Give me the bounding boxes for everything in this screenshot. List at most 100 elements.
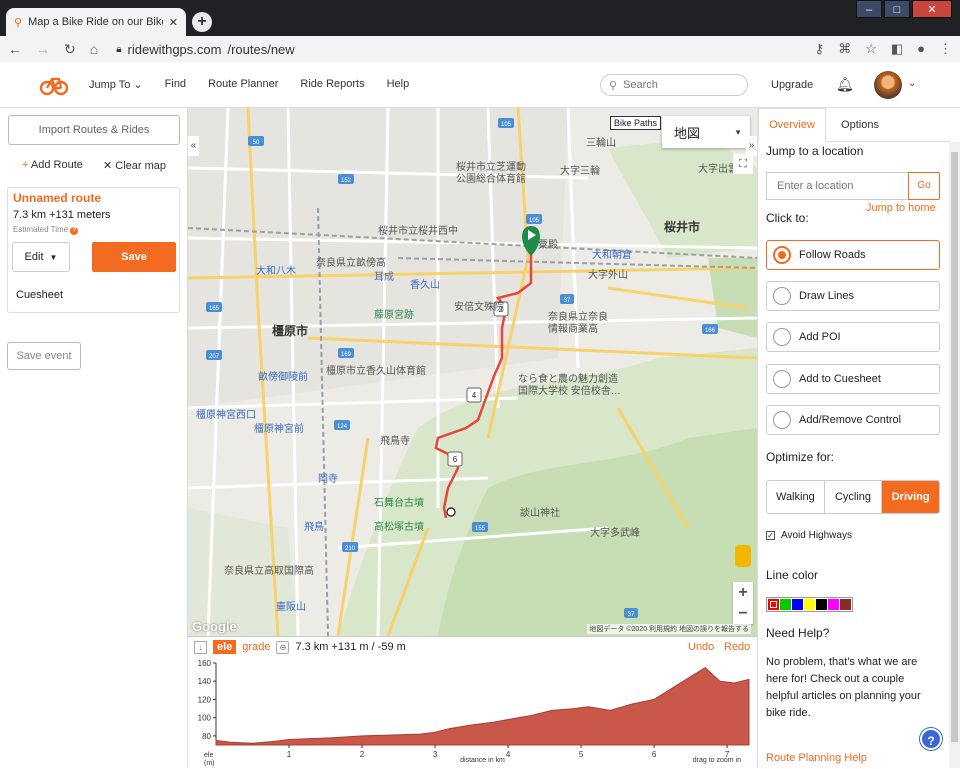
chevron-down-icon[interactable]: ⌄ [908, 78, 916, 89]
nav-help[interactable]: Help [387, 78, 410, 91]
search-box[interactable]: ⚲ [600, 74, 748, 96]
key-icon[interactable]: ⚷ [815, 41, 825, 57]
nav-ride-reports[interactable]: Ride Reports [300, 78, 364, 91]
profile-icon[interactable]: ● [917, 41, 925, 57]
color-swatch[interactable] [780, 599, 791, 610]
option-draw-lines[interactable]: Draw Lines [766, 281, 940, 311]
x-tick-label: 4 [506, 750, 511, 759]
location-input[interactable] [766, 172, 908, 200]
svg-text:50: 50 [253, 140, 260, 146]
option-add-to-cuesheet[interactable]: Add to Cuesheet [766, 364, 940, 394]
tab-title: Map a Bike Ride on our Bike R [28, 16, 163, 28]
y-axis-label: ele [204, 752, 213, 759]
translate-icon[interactable]: ⌘ [838, 41, 851, 57]
collapse-left-icon[interactable]: « [188, 136, 199, 156]
map-label: 情報商業高 [548, 324, 598, 335]
avatar[interactable] [874, 71, 902, 99]
nav-route-planner[interactable]: Route Planner [208, 78, 278, 91]
map-label: 大字出雲 [698, 164, 738, 175]
browser-tab[interactable]: ⚲ Map a Bike Ride on our Bike R ✕ [6, 8, 186, 36]
fullscreen-icon[interactable]: ⛶ [733, 154, 753, 174]
ridewithgps-logo-icon[interactable] [37, 74, 71, 96]
clear-map-link[interactable]: ✕ Clear map [103, 159, 166, 172]
map-label: 橿原神宮前 [254, 424, 304, 435]
save-button[interactable]: Save [92, 242, 176, 272]
color-swatch[interactable] [804, 599, 815, 610]
map-label: 三輪山 [586, 138, 616, 149]
map-layer-select[interactable]: 地図 ▼ [662, 116, 750, 148]
mode-walking[interactable]: Walking [767, 481, 825, 513]
nav-jump-to[interactable]: Jump To ⌄ [89, 78, 143, 91]
reload-icon[interactable]: ↻ [64, 41, 76, 58]
x-axis-label: distance in km [460, 757, 505, 764]
checkmark-icon: ✓ [766, 531, 775, 540]
elevation-chart[interactable]: 160140120100801 2 3 4 5 6 7ele(m) distance in k… [188, 637, 757, 769]
route-planning-help-link[interactable]: Route Planning Help [766, 752, 867, 764]
lock-icon: 🔒︎ [116, 43, 122, 55]
tab-overview[interactable]: Overview [758, 108, 826, 142]
help-text: No problem, that's what we are here for!… [766, 656, 921, 719]
map-canvas[interactable]: 2 4 6 105 152 165 169 105 37 155 210 124… [188, 108, 757, 636]
option-follow-roads[interactable]: Follow Roads [766, 240, 940, 270]
minimize-icon[interactable]: – [856, 0, 882, 18]
maximize-icon[interactable]: □ [884, 0, 910, 18]
zoom-in-icon[interactable]: + [733, 582, 753, 603]
close-window-icon[interactable]: ✕ [912, 0, 952, 18]
jump-to-home-link[interactable]: Jump to home [866, 202, 936, 214]
color-swatch[interactable] [840, 599, 851, 610]
upgrade-link[interactable]: Upgrade [771, 79, 813, 91]
save-event-button[interactable]: Save event [7, 342, 81, 370]
avoid-highways-checkbox[interactable]: ✓ Avoid Highways [766, 530, 852, 541]
svg-text:37: 37 [564, 298, 571, 304]
edit-dropdown[interactable]: Edit ▼ [12, 242, 70, 272]
new-tab-button[interactable]: + [192, 12, 212, 32]
color-swatch[interactable] [828, 599, 839, 610]
y-axis-label: (m) [204, 760, 215, 767]
color-swatch[interactable] [768, 599, 779, 610]
click-to-heading: Click to: [766, 211, 809, 225]
add-route-link[interactable]: + Add Route [22, 159, 83, 171]
map-attribution[interactable]: 地図データ ©2020 利用規約 地図の誤りを報告する [587, 624, 751, 634]
color-swatch[interactable] [816, 599, 827, 610]
bike-paths-toggle[interactable]: Bike Paths [610, 116, 662, 130]
back-icon[interactable]: ← [8, 41, 22, 57]
go-button[interactable]: Go [908, 172, 940, 200]
svg-text:105: 105 [501, 122, 512, 128]
help-circle-icon[interactable]: ? [70, 227, 79, 235]
map-label: 大字三輪 [560, 166, 600, 177]
svg-text:37: 37 [628, 612, 635, 618]
extension-icon[interactable]: ◧ [891, 41, 903, 57]
help-question-icon[interactable]: ? [920, 728, 942, 750]
map-label: 橿原神宮西口 [196, 410, 256, 421]
x-tick-label: 1 [287, 750, 292, 759]
cuesheet-link[interactable]: Cuesheet [16, 289, 63, 301]
search-input[interactable] [623, 79, 734, 91]
home-icon[interactable]: ⌂ [90, 41, 98, 57]
menu-dots-icon[interactable]: ⋮ [939, 41, 952, 57]
svg-text:210: 210 [345, 546, 356, 552]
star-icon[interactable]: ☆ [865, 41, 877, 57]
street-view-pegman-icon[interactable] [735, 545, 751, 567]
zoom-out-icon[interactable]: − [733, 603, 753, 624]
optimize-for-heading: Optimize for: [766, 450, 835, 464]
url-field[interactable]: 🔒︎ ridewithgps.com/routes/new [112, 38, 800, 60]
drag-hint: drag to zoom in [693, 757, 741, 764]
scrollbar[interactable] [949, 142, 960, 768]
collapse-right-icon[interactable]: » [746, 136, 757, 156]
tab-options[interactable]: Options [826, 108, 894, 142]
import-routes-button[interactable]: Import Routes & Rides [8, 115, 180, 145]
right-panel: Overview Options Jump to a location Go J… [757, 108, 950, 768]
scrollbar-thumb[interactable] [951, 152, 958, 742]
mode-driving[interactable]: Driving [882, 481, 939, 513]
color-swatch[interactable] [792, 599, 803, 610]
bell-icon[interactable]: 🔔︎ [836, 76, 854, 93]
route-name[interactable]: Unnamed route [13, 191, 101, 205]
nav-find[interactable]: Find [165, 78, 186, 91]
option-add-poi[interactable]: Add POI [766, 322, 940, 352]
tab-close-icon[interactable]: ✕ [169, 16, 178, 29]
forward-icon[interactable]: → [36, 41, 50, 57]
mode-cycling[interactable]: Cycling [825, 481, 883, 513]
y-tick-label: 140 [198, 677, 212, 686]
option-add-remove-control[interactable]: Add/Remove Control [766, 405, 940, 435]
map-label: 飛鳥 [304, 522, 324, 533]
